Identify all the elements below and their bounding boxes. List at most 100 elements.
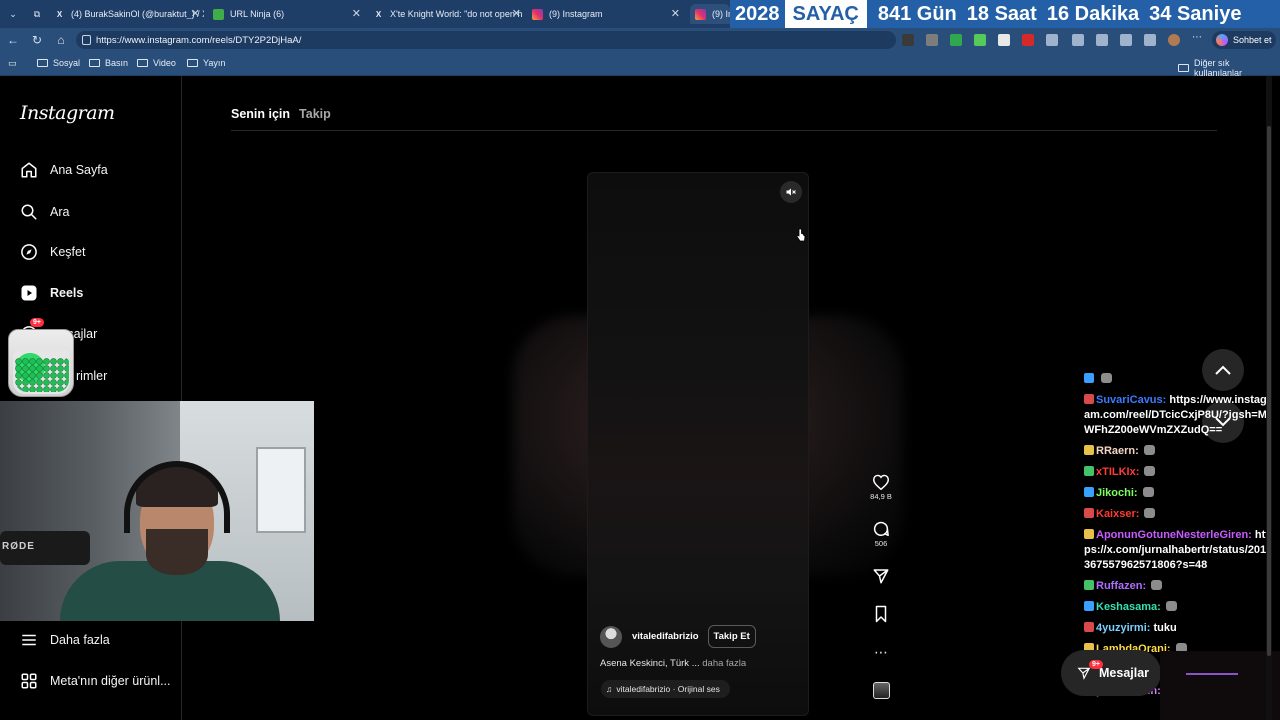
send-icon[interactable]: [869, 566, 893, 586]
sidebar-item-more[interactable]: Daha fazla: [19, 629, 110, 651]
browser-tab[interactable]: URL Ninja (6) ✕: [213, 4, 365, 24]
sidebar-item-search[interactable]: Ara: [19, 201, 69, 223]
extension-icon[interactable]: [974, 34, 986, 46]
sidebar-item-label: Ara: [50, 205, 70, 219]
mute-toggle-button[interactable]: [780, 181, 802, 203]
browser-tab[interactable]: X X'te Knight World: "do not open h ✕: [373, 4, 525, 24]
jar-marbles: [15, 358, 69, 392]
reel-caption: Asena Keskinci, Türk ... daha fazla: [600, 658, 746, 669]
extension-icon[interactable]: [926, 34, 938, 46]
tab-for-you[interactable]: Senin için: [231, 107, 290, 121]
author-avatar[interactable]: [600, 625, 622, 648]
comment-icon[interactable]: [869, 519, 893, 539]
like-action[interactable]: 84,9 B: [869, 472, 893, 501]
folder-icon: [37, 59, 48, 67]
search-icon: [19, 202, 39, 222]
messages-pill-button[interactable]: 9+ Mesajlar: [1061, 650, 1161, 696]
workspaces-icon[interactable]: ⧉: [29, 6, 45, 22]
sidebar-item-explore[interactable]: Keşfet: [19, 241, 85, 263]
sidebar-toggle-icon[interactable]: ▭: [8, 58, 17, 69]
chat-emote-icon: [1165, 601, 1177, 611]
browser-tab-active[interactable]: (9) Ins: [690, 4, 730, 24]
extension-icon[interactable]: [902, 34, 914, 46]
chat-username: Keshasama:: [1096, 601, 1161, 613]
other-bookmarks-folder[interactable]: Diğer sık kullanılanlar: [1178, 58, 1280, 78]
messages-badge: 9+: [30, 318, 44, 327]
close-tab-icon[interactable]: ✕: [352, 7, 361, 20]
chat-badge-icon: [1084, 487, 1094, 497]
chat-badge-icon: [1084, 622, 1094, 632]
extension-icon[interactable]: [950, 34, 962, 46]
copilot-label: Sohbet et: [1233, 35, 1272, 45]
home-icon[interactable]: ⌂: [53, 32, 69, 48]
more-options-icon[interactable]: ⋯: [869, 642, 893, 662]
close-tab-icon[interactable]: ✕: [671, 7, 680, 20]
urlninja-icon: [213, 8, 224, 20]
chat-message: xTILKIx:: [1084, 465, 1274, 480]
bookmark-icon[interactable]: [869, 604, 893, 624]
url-input[interactable]: https://www.instagram.com/reels/DTY2P2Dj…: [76, 31, 896, 49]
close-tab-icon[interactable]: ✕: [191, 7, 200, 20]
sidebar-item-reels[interactable]: Reels: [19, 282, 83, 304]
chat-username: Kaixser:: [1096, 508, 1140, 520]
browser-essentials-icon[interactable]: [1120, 34, 1132, 46]
sidebar-item-meta-products[interactable]: Meta'nın diğer ürünl...: [19, 670, 171, 692]
chat-message: [1084, 372, 1274, 387]
audio-thumbnail[interactable]: [873, 682, 890, 699]
save-action[interactable]: [869, 604, 893, 624]
tab-actions-chevron-icon[interactable]: ⌄: [5, 6, 21, 22]
bookmark-folder[interactable]: Video: [137, 58, 176, 68]
scrollbar-thumb[interactable]: [1267, 126, 1271, 656]
author-username[interactable]: vitaledifabrizio: [632, 631, 699, 642]
extension-icon[interactable]: [1022, 34, 1034, 46]
chat-badge-icon: [1084, 394, 1094, 404]
caption-more-link[interactable]: daha fazla: [702, 658, 746, 669]
bookmark-folder[interactable]: Basın: [89, 58, 128, 68]
follow-button[interactable]: Takip Et: [707, 625, 756, 648]
back-arrow-icon[interactable]: ←: [5, 32, 21, 48]
profile-avatar[interactable]: [1168, 34, 1180, 46]
close-tab-icon[interactable]: ✕: [512, 7, 521, 20]
chat-badge-icon: [1084, 373, 1094, 383]
downloads-icon[interactable]: [1144, 34, 1156, 46]
chat-message: SuvariCavus: https://www.instagram.com/r…: [1084, 393, 1274, 438]
url-text: https://www.instagram.com/reels/DTY2P2Dj…: [96, 34, 302, 46]
chat-message: Keshasama:: [1084, 600, 1274, 615]
favorites-star-icon[interactable]: [1096, 34, 1108, 46]
chat-username: xTILKIx:: [1096, 466, 1140, 478]
extension-icon[interactable]: [998, 34, 1010, 46]
sidebar-item-label: Ana Sayfa: [50, 163, 108, 177]
chat-message: RRaern:: [1084, 444, 1274, 459]
heart-icon[interactable]: [869, 472, 893, 492]
reel-video[interactable]: vitaledifabrizio Takip Et Asena Keskinci…: [587, 172, 809, 716]
chat-emote-icon: [1101, 373, 1113, 383]
bookmark-folder[interactable]: Yayın: [187, 58, 225, 68]
split-screen-icon[interactable]: [1072, 34, 1084, 46]
instagram-logo[interactable]: Instagram: [20, 102, 115, 124]
chat-emote-icon: [1144, 508, 1156, 518]
instagram-page: Instagram Ana Sayfa Ara Keşfet Reels 9+ …: [0, 76, 1280, 720]
chat-badge-icon: [1084, 580, 1094, 590]
tab-following[interactable]: Takip: [299, 107, 331, 121]
copilot-chat-button[interactable]: Sohbet et: [1212, 31, 1276, 49]
page-scrollbar[interactable]: [1266, 76, 1272, 720]
stream-corner-panel: [1160, 651, 1280, 720]
chat-badge-icon: [1084, 508, 1094, 518]
chat-emote-icon: [1143, 445, 1155, 455]
counter-days: 841 Gün: [877, 2, 957, 25]
chat-message: Kaixser:: [1084, 507, 1274, 522]
browser-tab[interactable]: (9) Instagram ✕: [532, 4, 684, 24]
extensions-puzzle-icon[interactable]: [1046, 34, 1058, 46]
more-options-icon[interactable]: ⋯: [1192, 32, 1204, 44]
bookmark-folder[interactable]: Sosyal: [37, 58, 80, 68]
reel-audio-chip[interactable]: ♫ vitaledifabrizio · Orijinal ses: [601, 680, 730, 698]
chat-username: Jikochi:: [1096, 487, 1138, 499]
chat-message: AponunGotuneNesterleGiren: https://x.com…: [1084, 528, 1274, 573]
comment-action[interactable]: 506: [869, 519, 893, 548]
reload-icon[interactable]: ↻: [29, 32, 45, 48]
share-action[interactable]: [869, 566, 893, 586]
browser-tab[interactable]: X (4) BurakSakinOl (@buraktut_) / X ✕: [54, 4, 204, 24]
marble-jar-overlay: [8, 329, 74, 397]
sidebar-item-label: Reels: [50, 286, 84, 300]
sidebar-item-home[interactable]: Ana Sayfa: [19, 159, 108, 181]
